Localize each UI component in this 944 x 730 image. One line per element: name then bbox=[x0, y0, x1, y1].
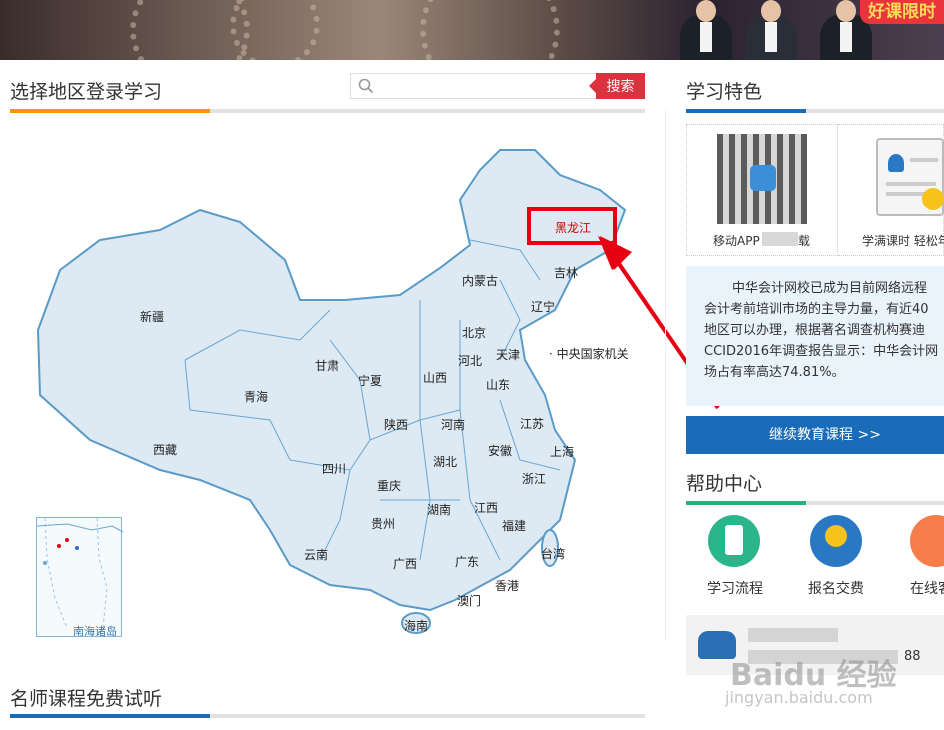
province-henan[interactable]: 河南 bbox=[441, 416, 465, 433]
promo-badge[interactable]: 好课限时 bbox=[860, 0, 944, 24]
south-sea-inset bbox=[36, 517, 124, 637]
province-neimenggu[interactable]: 内蒙古 bbox=[462, 272, 498, 289]
column-divider bbox=[665, 110, 666, 640]
payment-icon[interactable] bbox=[810, 515, 862, 567]
features-section-title: 学习特色 bbox=[686, 81, 763, 103]
teacher-photo bbox=[680, 0, 732, 60]
province-anhui[interactable]: 安徽 bbox=[488, 442, 512, 459]
province-fujian[interactable]: 福建 bbox=[502, 517, 526, 534]
province-shanghai[interactable]: 上海 bbox=[550, 443, 574, 460]
features-title-underline bbox=[686, 109, 944, 113]
province-gansu[interactable]: 甘肃 bbox=[315, 357, 339, 374]
province-jilin[interactable]: 吉林 bbox=[554, 264, 578, 281]
province-qinghai[interactable]: 青海 bbox=[244, 388, 268, 405]
province-guizhou[interactable]: 贵州 bbox=[371, 515, 395, 532]
province-jiangsu[interactable]: 江苏 bbox=[520, 415, 544, 432]
intro-line: 中华会计网校已成为目前网络远程 bbox=[732, 281, 928, 296]
province-liaoning[interactable]: 辽宁 bbox=[531, 298, 555, 315]
certificate-label[interactable]: 学满课时 轻松年 bbox=[862, 232, 944, 249]
help-title-underline bbox=[686, 501, 944, 505]
province-guangdong[interactable]: 广东 bbox=[455, 553, 479, 570]
learning-process-icon[interactable] bbox=[708, 515, 760, 567]
teacher-photo bbox=[745, 0, 797, 60]
intro-line: 会计考前培训市场的主导力量，有近40 bbox=[704, 302, 929, 317]
help-item-learning-process[interactable]: 学习流程 bbox=[707, 578, 763, 598]
help-section-title: 帮助中心 bbox=[686, 473, 763, 495]
app-download-label-suffix: 载 bbox=[798, 234, 811, 248]
help-item-payment[interactable]: 报名交费 bbox=[808, 578, 864, 598]
free-course-title-underline bbox=[10, 714, 645, 718]
province-hongkong[interactable]: 香港 bbox=[495, 577, 519, 594]
province-hubei[interactable]: 湖北 bbox=[433, 453, 457, 470]
phone-number-suffix: 88 bbox=[904, 649, 921, 664]
province-hunan[interactable]: 湖南 bbox=[427, 501, 451, 518]
south-sea-map bbox=[36, 517, 124, 629]
help-item-online-service[interactable]: 在线客 bbox=[910, 578, 944, 598]
province-tianjin[interactable]: 天津 bbox=[496, 346, 520, 363]
province-hainan[interactable]: 海南 bbox=[404, 617, 428, 634]
province-xizang[interactable]: 西藏 bbox=[153, 441, 177, 458]
province-guangxi[interactable]: 广西 bbox=[393, 555, 417, 572]
central-agency-link[interactable]: · 中央国家机关 bbox=[549, 345, 629, 362]
south-sea-label: 南海诸岛 bbox=[73, 625, 117, 638]
blurred-text bbox=[748, 628, 838, 642]
province-shaanxi[interactable]: 陕西 bbox=[384, 416, 408, 433]
app-logo-icon bbox=[750, 165, 776, 191]
blurred-text bbox=[762, 232, 798, 246]
free-course-section-title: 名师课程免费试听 bbox=[10, 688, 163, 710]
province-shanxi[interactable]: 山西 bbox=[423, 369, 447, 386]
app-download-label[interactable]: 移动APP bbox=[713, 232, 760, 249]
continuing-education-button[interactable]: 继续教育课程 >> bbox=[686, 416, 944, 454]
intro-text-box: 中华会计网校已成为目前网络远程 会计考前培训市场的主导力量，有近40 地区可以办… bbox=[686, 266, 944, 406]
intro-line: 场占有率高达74.81%。 bbox=[704, 365, 845, 380]
province-ningxia[interactable]: 宁夏 bbox=[358, 372, 382, 389]
province-yunnan[interactable]: 云南 bbox=[304, 546, 328, 563]
online-service-icon[interactable] bbox=[910, 515, 944, 567]
province-shandong[interactable]: 山东 bbox=[486, 376, 510, 393]
province-hebei[interactable]: 河北 bbox=[458, 352, 482, 369]
province-chongqing[interactable]: 重庆 bbox=[377, 477, 401, 494]
certificate-icon bbox=[876, 138, 944, 216]
province-macau[interactable]: 澳门 bbox=[457, 592, 481, 609]
province-heilongjiang[interactable]: 黑龙江 bbox=[555, 219, 591, 236]
province-beijing[interactable]: 北京 bbox=[462, 324, 486, 341]
province-xinjiang[interactable]: 新疆 bbox=[140, 308, 164, 325]
intro-line: CCID2016年调查报告显示：中华会计网 bbox=[704, 344, 939, 359]
province-jiangxi[interactable]: 江西 bbox=[474, 499, 498, 516]
province-sichuan[interactable]: 四川 bbox=[322, 460, 346, 477]
intro-line: 地区可以办理，根据著名调查机构赛迪 bbox=[704, 323, 926, 338]
province-zhejiang[interactable]: 浙江 bbox=[522, 470, 546, 487]
baidu-watermark-url: jingyan.baidu.com bbox=[725, 688, 873, 707]
province-taiwan[interactable]: 台湾 bbox=[541, 545, 565, 562]
